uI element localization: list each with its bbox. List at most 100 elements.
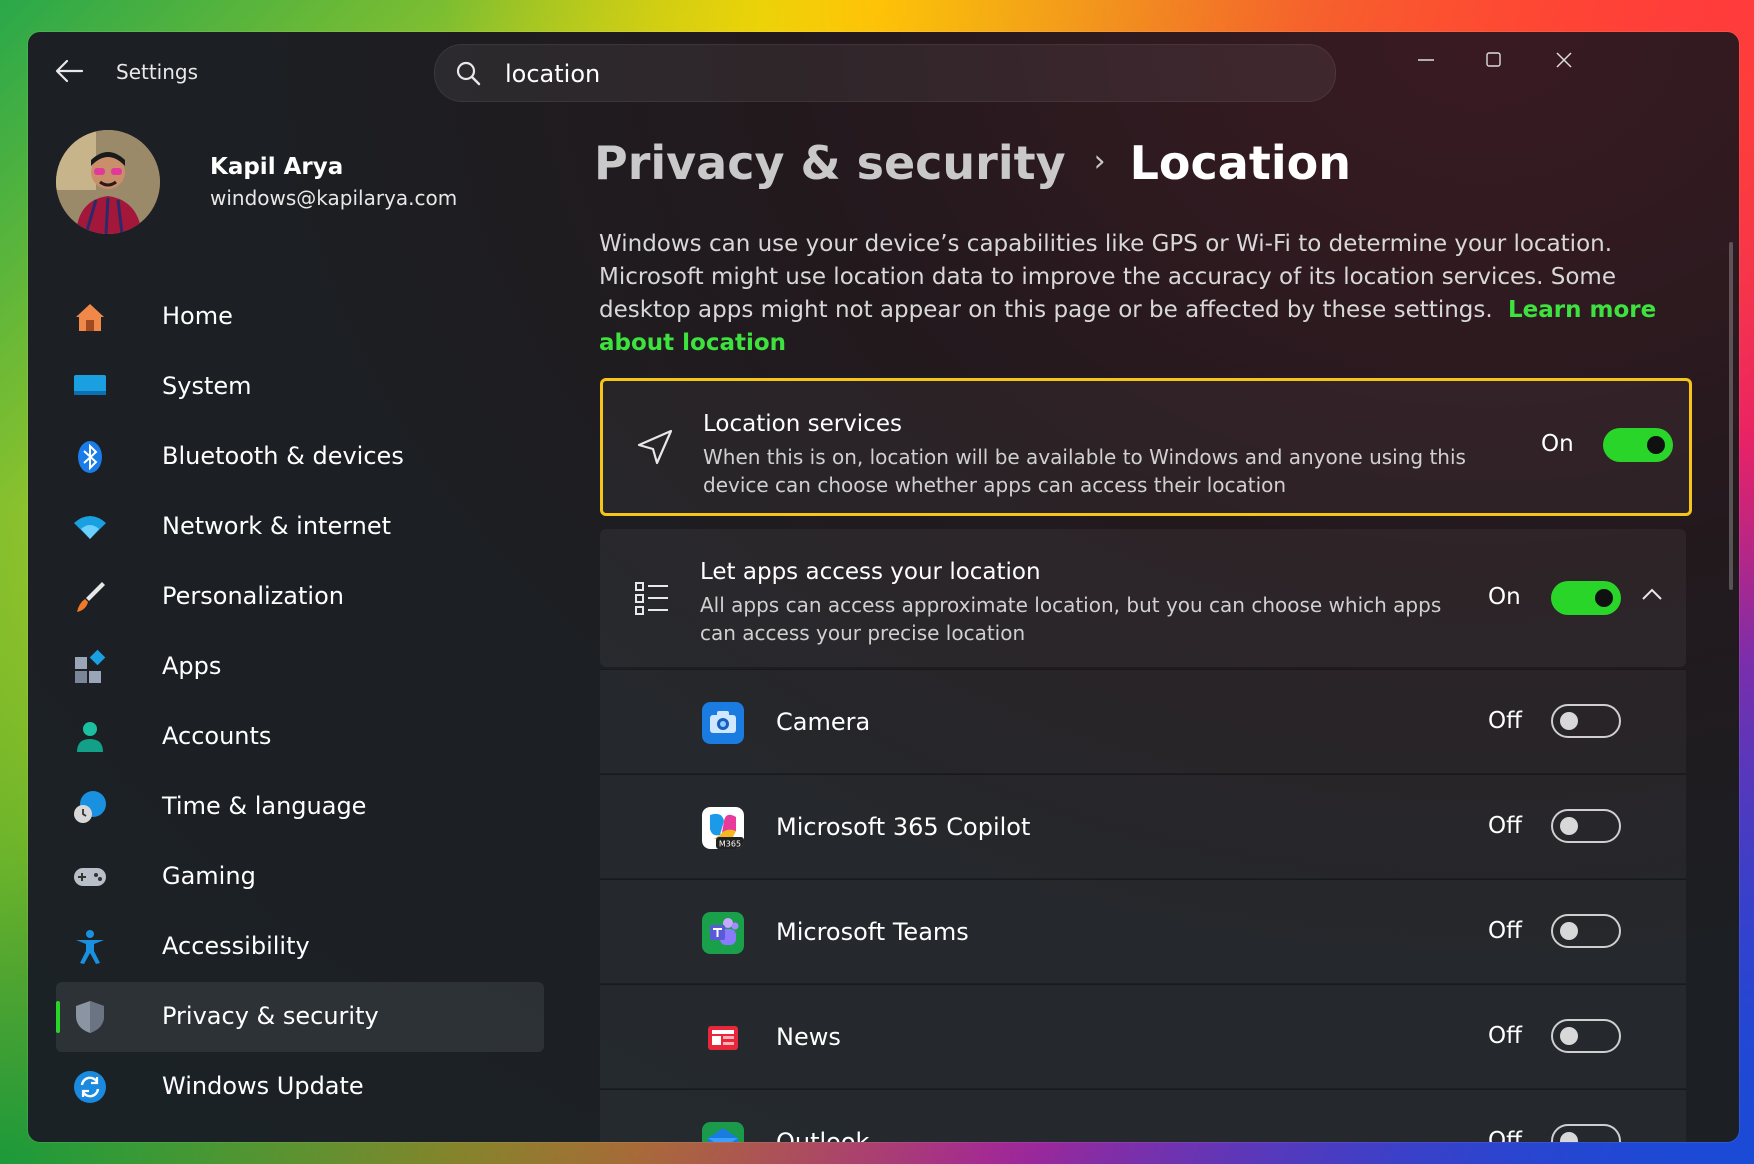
app-name: News: [776, 1023, 841, 1051]
app-row-m365-copilot: M365 Microsoft 365 Copilot Off: [600, 774, 1686, 878]
news-icon: [708, 1026, 738, 1050]
location-services-card: Location services When this is on, locat…: [600, 378, 1692, 516]
sidebar-item-label: Accessibility: [162, 932, 310, 960]
search-icon: [456, 61, 481, 86]
avatar-photo-icon: [56, 130, 160, 234]
title-bar: Settings: [28, 32, 1739, 112]
sidebar-item-label: Accounts: [162, 722, 272, 750]
breadcrumb-parent[interactable]: Privacy & security: [594, 136, 1066, 190]
app-state: Off: [1488, 1128, 1522, 1142]
sidebar-item-accounts[interactable]: Accounts: [56, 702, 544, 772]
app-name: Outlook: [776, 1128, 870, 1142]
sidebar-item-home[interactable]: Home: [56, 282, 544, 352]
location-services-subtitle: When this is on, location will be availa…: [703, 445, 1466, 497]
shield-icon: [76, 1001, 104, 1033]
sidebar-item-windows-update[interactable]: Windows Update: [56, 1052, 544, 1122]
user-profile[interactable]: Kapil Arya windows@kapilarya.com: [56, 130, 496, 240]
description-text: Windows can use your device’s capabiliti…: [599, 231, 1616, 323]
close-icon: [1556, 52, 1572, 68]
m365-badge: M365: [719, 840, 741, 849]
let-apps-toggle[interactable]: [1551, 581, 1621, 615]
close-button[interactable]: [1534, 42, 1594, 78]
sidebar-item-label: Personalization: [162, 582, 344, 610]
app-state: Off: [1488, 1023, 1522, 1049]
maximize-button[interactable]: [1464, 42, 1524, 78]
toggle-knob: [1560, 712, 1578, 730]
back-button[interactable]: [54, 58, 88, 84]
sidebar-nav: Home System Bluetooth & devices Network …: [56, 282, 544, 1122]
app-row-camera: Camera Off: [600, 669, 1686, 773]
gamepad-icon: [74, 868, 106, 886]
search-box[interactable]: [434, 44, 1336, 102]
toggle-knob: [1560, 922, 1578, 940]
toggle-knob: [1560, 1027, 1578, 1045]
toggle-knob: [1560, 817, 1578, 835]
sidebar-item-gaming[interactable]: Gaming: [56, 842, 544, 912]
let-apps-subtitle: All apps can access approximate location…: [700, 593, 1442, 645]
wifi-icon: [74, 516, 106, 539]
let-apps-state: On: [1488, 584, 1521, 610]
sidebar-item-personalization[interactable]: Personalization: [56, 562, 544, 632]
sidebar-item-apps[interactable]: Apps: [56, 632, 544, 702]
minimize-button[interactable]: [1396, 42, 1456, 78]
maximize-icon: [1486, 52, 1501, 67]
globe-clock-icon: [74, 791, 106, 823]
sidebar-item-network[interactable]: Network & internet: [56, 492, 544, 562]
location-services-state: On: [1541, 431, 1574, 457]
page-description: Windows can use your device’s capabiliti…: [599, 228, 1709, 360]
let-apps-access-card[interactable]: Let apps access your location All apps c…: [600, 529, 1686, 667]
app-row-news: News Off: [600, 984, 1686, 1088]
page-title: Location: [1129, 136, 1351, 190]
toggle-knob: [1595, 589, 1613, 607]
home-icon: [76, 304, 104, 331]
sidebar-item-accessibility[interactable]: Accessibility: [56, 912, 544, 982]
system-icon: [74, 375, 106, 395]
m365-copilot-location-toggle[interactable]: [1551, 809, 1621, 843]
app-state: Off: [1488, 708, 1522, 734]
sidebar-item-label: Privacy & security: [162, 1002, 379, 1030]
apps-icon: [75, 649, 106, 683]
sidebar-item-label: Gaming: [162, 862, 256, 890]
camera-location-toggle[interactable]: [1551, 704, 1621, 738]
m365-copilot-icon: M365: [702, 807, 744, 849]
news-location-toggle[interactable]: [1551, 1019, 1621, 1053]
person-icon: [77, 722, 103, 752]
profile-name: Kapil Arya: [210, 154, 344, 180]
avatar: [56, 130, 160, 234]
teams-icon: [702, 912, 744, 954]
update-icon: [74, 1071, 106, 1103]
chevron-up-icon[interactable]: [1640, 586, 1664, 602]
search-input[interactable]: [503, 53, 1307, 95]
toggle-knob: [1647, 436, 1665, 454]
sidebar-item-time-language[interactable]: Time & language: [56, 772, 544, 842]
outlook-location-toggle[interactable]: [1551, 1124, 1621, 1142]
camera-icon: [702, 702, 744, 744]
app-state: Off: [1488, 813, 1522, 839]
breadcrumb: Privacy & security › Location: [594, 136, 1351, 206]
vertical-scrollbar[interactable]: [1729, 242, 1733, 590]
list-icon: [635, 582, 668, 615]
sidebar-item-system[interactable]: System: [56, 352, 544, 422]
app-row-teams: Microsoft Teams Off: [600, 879, 1686, 983]
sidebar-item-label: Home: [162, 302, 233, 330]
accessibility-icon: [76, 930, 104, 964]
sidebar-item-label: Windows Update: [162, 1072, 364, 1100]
app-state: Off: [1488, 918, 1522, 944]
sidebar-item-bluetooth[interactable]: Bluetooth & devices: [56, 422, 544, 492]
brush-icon: [77, 582, 105, 612]
back-arrow-icon: [55, 59, 84, 83]
minimize-icon: [1418, 59, 1434, 61]
settings-window: Settings location Kapil Arya windows@kap…: [28, 32, 1739, 1142]
toggle-knob: [1560, 1132, 1578, 1142]
let-apps-title: Let apps access your location: [700, 559, 1041, 585]
app-title: Settings: [116, 60, 199, 84]
app-row-outlook: Outlook Off: [600, 1089, 1686, 1142]
teams-location-toggle[interactable]: [1551, 914, 1621, 948]
location-services-toggle[interactable]: [1603, 428, 1673, 462]
location-arrow-icon: [637, 429, 673, 465]
sidebar-item-label: System: [162, 372, 252, 400]
app-name: Microsoft Teams: [776, 918, 969, 946]
sidebar-item-privacy-security[interactable]: Privacy & security: [56, 982, 544, 1052]
outlook-icon: [702, 1122, 744, 1142]
sidebar-item-label: Network & internet: [162, 512, 392, 540]
